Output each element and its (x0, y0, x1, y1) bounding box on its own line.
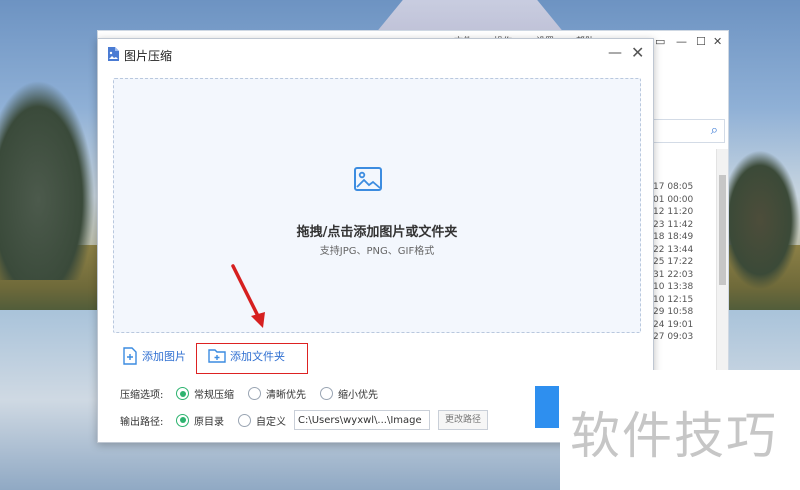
add-image-button[interactable]: 添加图片 (122, 344, 186, 368)
radio-label: 自定义 (256, 416, 286, 428)
red-arrow-annotation (231, 264, 265, 328)
add-file-icon (123, 347, 137, 365)
minimize-button[interactable]: — (608, 45, 622, 61)
list-item: 29 10:58 (653, 307, 694, 317)
list-item: 01 00:00 (653, 194, 694, 205)
list-item: 27 09:03 (653, 332, 694, 342)
radio-dot (176, 413, 189, 427)
minimize-icon[interactable]: — (676, 35, 687, 48)
list-item: 24 19:01 (653, 319, 694, 330)
list-item: 17 08:05 (653, 182, 694, 192)
wallpaper-tree (720, 150, 800, 290)
list-item: 18 18:49 (653, 232, 694, 242)
image-icon (354, 167, 382, 191)
output-path-label: 输出路径: (120, 416, 164, 428)
drop-zone[interactable]: 拖拽/点击添加图片或文件夹 支持JPG、PNG、GIF格式 (113, 78, 641, 333)
radio-original-dir[interactable]: 原目录 (176, 413, 224, 428)
output-path-field[interactable] (294, 410, 430, 430)
maximize-icon[interactable]: ☐ (696, 35, 706, 48)
radio-size-first[interactable]: 缩小优先 (320, 386, 378, 401)
dialog-title: 图片压缩 (124, 49, 173, 63)
radio-label: 原目录 (194, 416, 224, 428)
background-scrollbar[interactable] (716, 149, 728, 371)
compress-options-label: 压缩选项: (120, 390, 164, 401)
search-icon[interactable]: ⌕ (711, 123, 718, 138)
drop-zone-title: 拖拽/点击添加图片或文件夹 (296, 225, 458, 240)
list-item: 25 17:22 (653, 257, 694, 267)
list-item: 10 13:38 (653, 282, 694, 292)
list-item: 23 11:42 (653, 219, 694, 230)
scrollbar-thumb[interactable] (719, 175, 726, 285)
drop-zone-subtitle: 支持JPG、PNG、GIF格式 (319, 246, 435, 257)
radio-custom-dir[interactable]: 自定义 (238, 413, 286, 428)
radio-normal-compress[interactable]: 常规压缩 (176, 386, 234, 401)
close-icon[interactable]: ✕ (713, 35, 722, 48)
compress-options-row: 压缩选项: 常规压缩 清晰优先 缩小优先 (120, 386, 392, 401)
change-path-button[interactable]: 更改路径 (438, 410, 489, 430)
background-search-box[interactable]: ⌕ (651, 119, 725, 143)
document-image-icon (108, 47, 119, 61)
list-item: 22 13:44 (653, 244, 694, 255)
wallpaper-tree (0, 80, 95, 280)
radio-label: 清晰优先 (266, 390, 306, 401)
dialog-titlebar: 图片压缩 — ✕ (98, 39, 653, 69)
add-image-label: 添加图片 (142, 350, 186, 363)
start-compress-button[interactable] (535, 386, 559, 428)
radio-dot (238, 413, 251, 427)
feedback-icon[interactable]: ▭ (655, 35, 665, 48)
radio-dot (176, 387, 189, 400)
list-item: 10 12:15 (653, 294, 694, 305)
radio-clarity-first[interactable]: 清晰优先 (248, 386, 306, 401)
close-button[interactable]: ✕ (631, 43, 644, 62)
radio-label: 缩小优先 (338, 390, 378, 401)
radio-label: 常规压缩 (194, 390, 234, 401)
list-item: 31 22:03 (653, 269, 694, 280)
watermark: 软件技巧 (560, 370, 800, 490)
output-path-row: 输出路径: 原目录 自定义 更改路径 (120, 410, 489, 430)
background-file-times: 17 08:05 01 00:00 12 11:20 23 11:42 18 18:49… (653, 181, 717, 344)
watermark-text: 软件技巧 (570, 407, 778, 465)
radio-dot (320, 387, 333, 400)
highlight-box (196, 343, 308, 374)
list-item: 12 11:20 (653, 207, 694, 217)
radio-dot (248, 387, 261, 400)
